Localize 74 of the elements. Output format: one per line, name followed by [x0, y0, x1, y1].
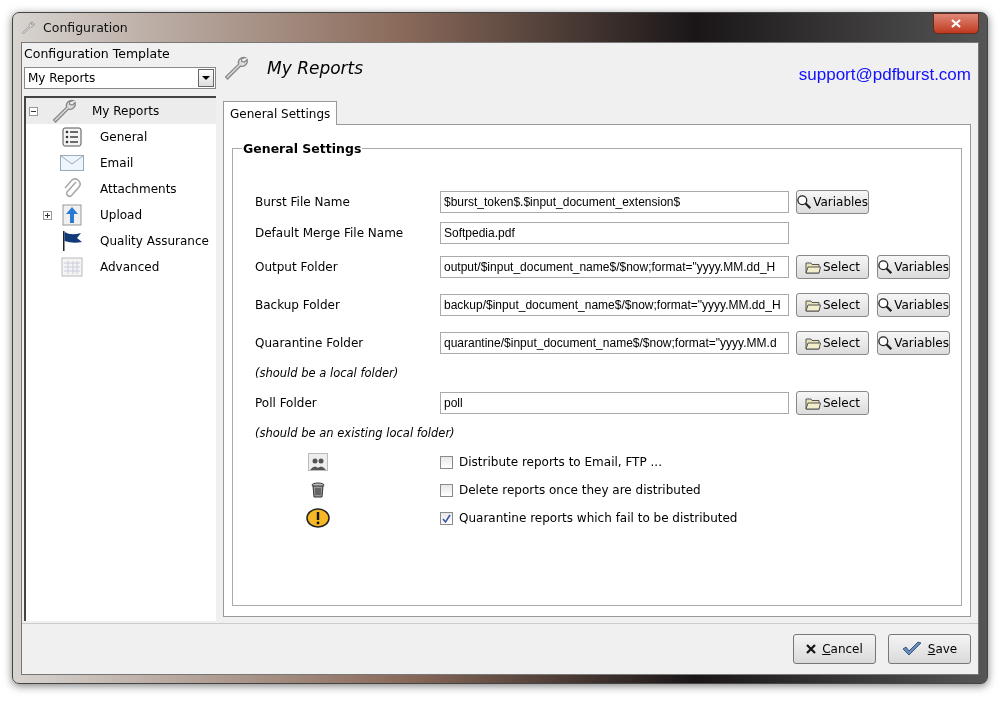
folder-icon	[805, 336, 821, 350]
variables-button[interactable]: Variables	[877, 331, 950, 355]
input-field[interactable]: output/$input_document_name$/$now;format="yyyy.MM.dd_H	[440, 256, 789, 278]
input-field[interactable]: Softpedia.pdf	[440, 221, 789, 244]
checkmark-icon	[901, 641, 922, 657]
checkbox[interactable]	[440, 483, 453, 497]
envelope-icon	[60, 155, 84, 171]
people-icon	[307, 453, 328, 471]
field-label: Output Folder	[255, 260, 338, 274]
field-label: Default Merge File Name	[255, 225, 404, 240]
option-label: Quarantine reports which fail to be distributed	[459, 511, 738, 525]
select-button[interactable]: Select	[796, 255, 869, 279]
template-label: Configuration Template	[24, 46, 171, 63]
field-label: Quarantine Folder	[255, 336, 364, 350]
collapse-icon[interactable]	[28, 106, 38, 116]
folder-icon	[805, 260, 821, 274]
list-icon	[62, 127, 82, 147]
paperclip-icon	[62, 178, 82, 200]
close-button[interactable]	[933, 13, 979, 34]
close-icon	[951, 19, 961, 28]
folder-icon	[805, 298, 821, 312]
check-icon	[442, 513, 451, 523]
magnifier-icon	[878, 335, 893, 351]
support-email-link[interactable]: support@pdfburst.com	[798, 65, 971, 85]
variables-button[interactable]: Variables	[796, 189, 869, 214]
tree-item[interactable]: My Reports	[26, 98, 216, 124]
tree-item[interactable]: Email	[26, 150, 216, 176]
option-label: Delete reports once they are distributed	[459, 483, 701, 497]
caret-icon	[202, 76, 210, 80]
group-title: General Settings	[242, 141, 363, 156]
option-checkbox[interactable]: Delete reports once they are distributed	[440, 476, 961, 504]
checkbox[interactable]	[440, 455, 453, 469]
field-label: Backup Folder	[255, 298, 340, 312]
tree-item[interactable]: Upload	[26, 202, 216, 228]
tree-item[interactable]: Advanced	[26, 254, 216, 280]
wrench-icon	[21, 20, 35, 35]
page-heading: My Reports	[267, 58, 364, 78]
table-icon	[61, 257, 83, 277]
checkbox[interactable]	[440, 511, 453, 525]
option-label: Distribute reports to Email, FTP ...	[459, 455, 662, 469]
tree-item[interactable]: General	[26, 124, 216, 150]
option-checkbox[interactable]: Distribute reports to Email, FTP ...	[440, 448, 961, 476]
magnifier-icon	[797, 193, 812, 210]
field-label: Burst File Name	[255, 194, 350, 209]
expand-icon[interactable]	[42, 210, 52, 220]
hint-text: (should be a local folder)	[255, 365, 400, 382]
input-field[interactable]: backup/$input_document_name$/$now;format="yyyy.MM.dd_H	[440, 294, 789, 316]
warning-icon	[305, 508, 330, 528]
select-button[interactable]: Select	[796, 391, 869, 415]
wrench-icon	[51, 98, 77, 124]
magnifier-icon	[878, 297, 893, 313]
variables-button[interactable]: Variables	[877, 293, 950, 317]
option-checkbox[interactable]: Quarantine reports which fail to be distributed	[440, 504, 961, 532]
wrench-icon	[223, 55, 249, 81]
folder-icon	[805, 396, 821, 410]
magnifier-icon	[878, 259, 893, 275]
trash-can-icon	[310, 482, 325, 498]
window-title: Configuration	[43, 20, 129, 35]
input-field[interactable]: poll	[440, 392, 789, 414]
tree-item[interactable]: Attachments	[26, 176, 216, 202]
select-button[interactable]: Select	[796, 331, 869, 355]
hint-text: (should be an existing local folder)	[255, 425, 456, 442]
close-icon	[806, 644, 817, 654]
flag-icon	[61, 230, 83, 252]
input-field[interactable]: $burst_token$.$input_document_extension$	[440, 190, 789, 213]
save-button[interactable]: Save	[888, 634, 971, 664]
tab[interactable]: General Settings	[223, 101, 338, 125]
input-field[interactable]: quarantine/$input_document_name$/$now;format="yyyy.MM.d	[440, 332, 789, 354]
select-button[interactable]: Select	[796, 293, 869, 317]
template-dropdown[interactable]: My Reports	[24, 67, 216, 89]
cancel-button[interactable]: Cancel	[793, 634, 876, 664]
tree-item[interactable]: Quality Assurance	[26, 228, 216, 254]
variables-button[interactable]: Variables	[877, 255, 950, 279]
field-label: Poll Folder	[255, 396, 317, 410]
